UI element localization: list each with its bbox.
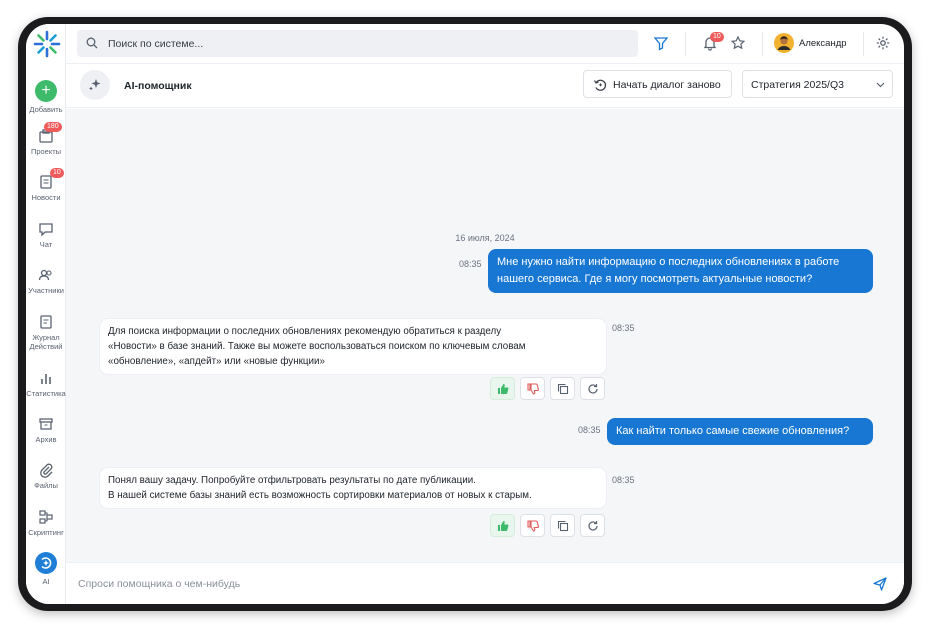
sidebar-item-label: Проекты <box>30 147 62 156</box>
users-icon <box>38 269 52 281</box>
thumbs-up-icon <box>498 521 509 531</box>
assistant-message: Для поиска информации о последних обновл… <box>100 319 606 374</box>
user-name: Александр <box>799 38 847 49</box>
sidebar-item-label: Архив <box>35 435 57 444</box>
sidebar-item-label: Журнал <box>32 333 60 342</box>
message-line: Понял вашу задачу. Попробуйте отфильтров… <box>108 475 476 486</box>
sidebar-item-label: AI <box>42 577 50 586</box>
page-title: AI-помощник <box>124 80 192 92</box>
chevron-down-icon <box>876 82 885 88</box>
copy-button[interactable] <box>550 514 575 537</box>
sidebar-item-scripting[interactable]: Скриптинг <box>26 509 66 537</box>
plus-icon: + <box>35 80 57 102</box>
thumbs-down-icon <box>527 383 539 395</box>
strategy-select-value: Стратегия 2025/Q3 <box>751 79 844 91</box>
sidebar-item-ai[interactable]: AI <box>26 552 66 586</box>
like-button[interactable] <box>490 514 515 537</box>
paperclip-icon <box>40 463 53 478</box>
restart-dialog-label: Начать диалог заново <box>613 79 721 91</box>
sidebar-item-add[interactable]: + Добавить <box>26 80 66 114</box>
refresh-icon <box>588 521 598 531</box>
chat-header: AI-помощник Начать диалог заново Стратег… <box>66 64 904 108</box>
archive-icon <box>39 418 53 430</box>
journal-icon <box>40 315 52 329</box>
sidebar-item-label: Новости <box>31 193 61 202</box>
search-input[interactable]: Поиск по системе... <box>108 38 203 50</box>
tablet-frame: + Добавить 180 Проекты 10 Новости Чат Уч… <box>18 17 912 611</box>
message-line: нашего сервиса. Где я могу посмотреть ак… <box>497 273 813 285</box>
dislike-button[interactable] <box>520 377 545 400</box>
sidebar-item-archive[interactable]: Архив <box>26 416 66 444</box>
message-time: 08:35 <box>459 259 482 269</box>
message-line: «Новости» в базе знаний. Также вы можете… <box>108 341 526 352</box>
sidebar-item-chat[interactable]: Чат <box>26 221 66 249</box>
message-line: Мне нужно найти информацию о последних о… <box>497 256 840 268</box>
copy-button[interactable] <box>550 377 575 400</box>
sidebar-item-news[interactable]: 10 Новости <box>26 168 66 202</box>
app-logo[interactable] <box>33 30 61 58</box>
sidebar-item-journal[interactable]: Журнал Действий <box>26 314 66 351</box>
send-icon[interactable] <box>872 576 888 592</box>
chat-area: 16 июля, 2024 08:35 Мне нужно найти инфо… <box>66 109 904 562</box>
sidebar-item-label: Добавить <box>29 105 63 114</box>
date-separator: 16 июля, 2024 <box>455 233 515 243</box>
search-icon <box>86 37 98 49</box>
sidebar-item-label: Участники <box>28 286 64 295</box>
stats-icon <box>41 374 51 384</box>
star-icon[interactable] <box>730 35 746 51</box>
sidebar-item-files[interactable]: Файлы <box>26 462 66 490</box>
sidebar-item-stats[interactable]: Статистика <box>26 370 66 398</box>
chat-icon <box>39 223 53 237</box>
search-bar[interactable]: Поиск по системе... <box>77 30 638 57</box>
sidebar-item-users[interactable]: Участники <box>26 267 66 295</box>
copy-icon <box>557 383 569 395</box>
sidebar-item-projects[interactable]: 180 Проекты <box>26 122 66 156</box>
sidebar-item-label: Чат <box>39 240 53 249</box>
gear-icon[interactable] <box>875 35 891 51</box>
message-composer <box>66 562 904 604</box>
thumbs-down-icon <box>527 520 539 532</box>
message-line: «обновление», «апдейт» или «новые функци… <box>108 356 325 367</box>
sparkles-icon <box>89 79 101 91</box>
sidebar-item-label: Статистика <box>26 389 66 398</box>
user-message: Как найти только самые свежие обновления… <box>607 418 873 445</box>
message-time: 08:35 <box>578 425 601 435</box>
assistant-message: Понял вашу задачу. Попробуйте отфильтров… <box>100 468 606 508</box>
regenerate-button[interactable] <box>580 377 605 400</box>
notifications-badge: 10 <box>710 32 724 42</box>
sidebar-item-label: Файлы <box>34 481 58 490</box>
thumbs-up-icon <box>498 384 509 394</box>
top-bar: Поиск по системе... 10 Александр <box>66 24 904 64</box>
filter-icon[interactable] <box>653 35 669 51</box>
message-line: Для поиска информации о последних обновл… <box>108 326 502 337</box>
restart-dialog-button[interactable]: Начать диалог заново <box>583 70 732 98</box>
restart-icon <box>593 79 607 91</box>
message-time: 08:35 <box>612 475 635 485</box>
sidebar-item-label: Скриптинг <box>28 528 64 537</box>
sidebar-item-label-line2: Действий <box>29 342 63 351</box>
divider <box>762 32 763 56</box>
dislike-button[interactable] <box>520 514 545 537</box>
message-time: 08:35 <box>612 323 635 333</box>
projects-badge: 180 <box>44 122 62 132</box>
scripting-icon <box>39 510 53 524</box>
sidebar: + Добавить 180 Проекты 10 Новости Чат Уч… <box>26 24 66 604</box>
message-line: Как найти только самые свежие обновления… <box>616 425 850 437</box>
divider <box>863 32 864 56</box>
regenerate-button[interactable] <box>580 514 605 537</box>
app-screen: + Добавить 180 Проекты 10 Новости Чат Уч… <box>26 24 904 604</box>
message-input[interactable] <box>78 575 838 593</box>
divider <box>685 32 686 56</box>
refresh-icon <box>588 384 598 394</box>
copy-icon <box>557 520 569 532</box>
like-button[interactable] <box>490 377 515 400</box>
ai-icon <box>35 552 57 574</box>
news-badge: 10 <box>50 168 64 178</box>
user-message: Мне нужно найти информацию о последних о… <box>488 249 873 293</box>
strategy-select[interactable]: Стратегия 2025/Q3 <box>742 70 893 98</box>
message-line: В нашей системе базы знаний есть возможн… <box>108 490 532 501</box>
ai-assistant-avatar <box>80 70 110 100</box>
avatar <box>774 33 794 53</box>
